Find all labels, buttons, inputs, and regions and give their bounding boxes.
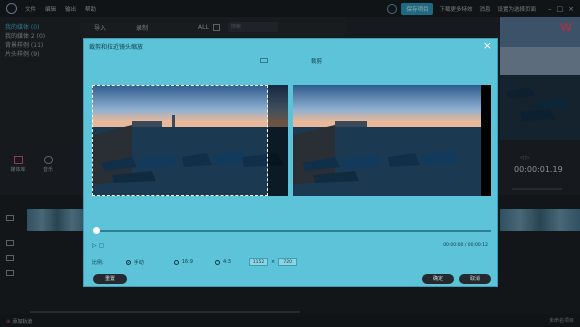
ratio-label: 比例: [92,259,104,266]
radio-manual[interactable] [125,259,131,265]
dialog-title: 裁剪和拉近镜头缩放 [89,44,144,51]
radio-4-3[interactable] [214,259,220,265]
crop-frame-handle[interactable] [92,85,268,196]
play-controls: ▷ ▢ [92,242,104,249]
ratio-option-manual[interactable]: 手动 [125,259,144,266]
result-preview [293,85,491,196]
aspect-ratio-row: 比例: 手动 16:9 4:3 1152 × 720 [92,257,298,267]
result-image [293,85,491,196]
ratio-option-16-9[interactable]: 16:9 [173,259,193,265]
crop-tab-label[interactable]: 裁剪 [311,57,322,65]
crop-mode-icon[interactable] [260,58,268,63]
playhead-handle[interactable] [93,227,100,234]
play-icon[interactable]: ▷ [92,242,97,249]
cancel-button[interactable]: 取消 [459,274,491,284]
radio-16-9[interactable] [173,259,179,265]
stop-icon[interactable]: ▢ [99,242,105,249]
letterbox-bar [481,85,491,196]
reset-button[interactable]: 重置 [93,274,127,284]
height-field[interactable]: 720 [278,258,298,266]
times-sign: × [270,259,276,265]
source-preview [92,85,288,196]
ok-button[interactable]: 确定 [422,274,454,284]
crop-shade [268,85,288,196]
close-icon[interactable]: × [483,39,492,52]
dialog-time-display: 00:00:00 / 00:00:12 [443,243,488,248]
video-editor-window: 文件 编辑 输出 帮助 保存项目 下载更多特效 消息 设置为选择页面 – □ ×… [0,0,580,327]
ratio-option-4-3[interactable]: 4:3 [214,259,231,265]
width-field[interactable]: 1152 [248,258,268,266]
crop-zoom-dialog: 裁剪和拉近镜头缩放 × 裁剪 ▷ ▢ 00:00:00 / 00:00:12 比… [83,38,498,287]
playback-progress[interactable] [94,230,491,232]
